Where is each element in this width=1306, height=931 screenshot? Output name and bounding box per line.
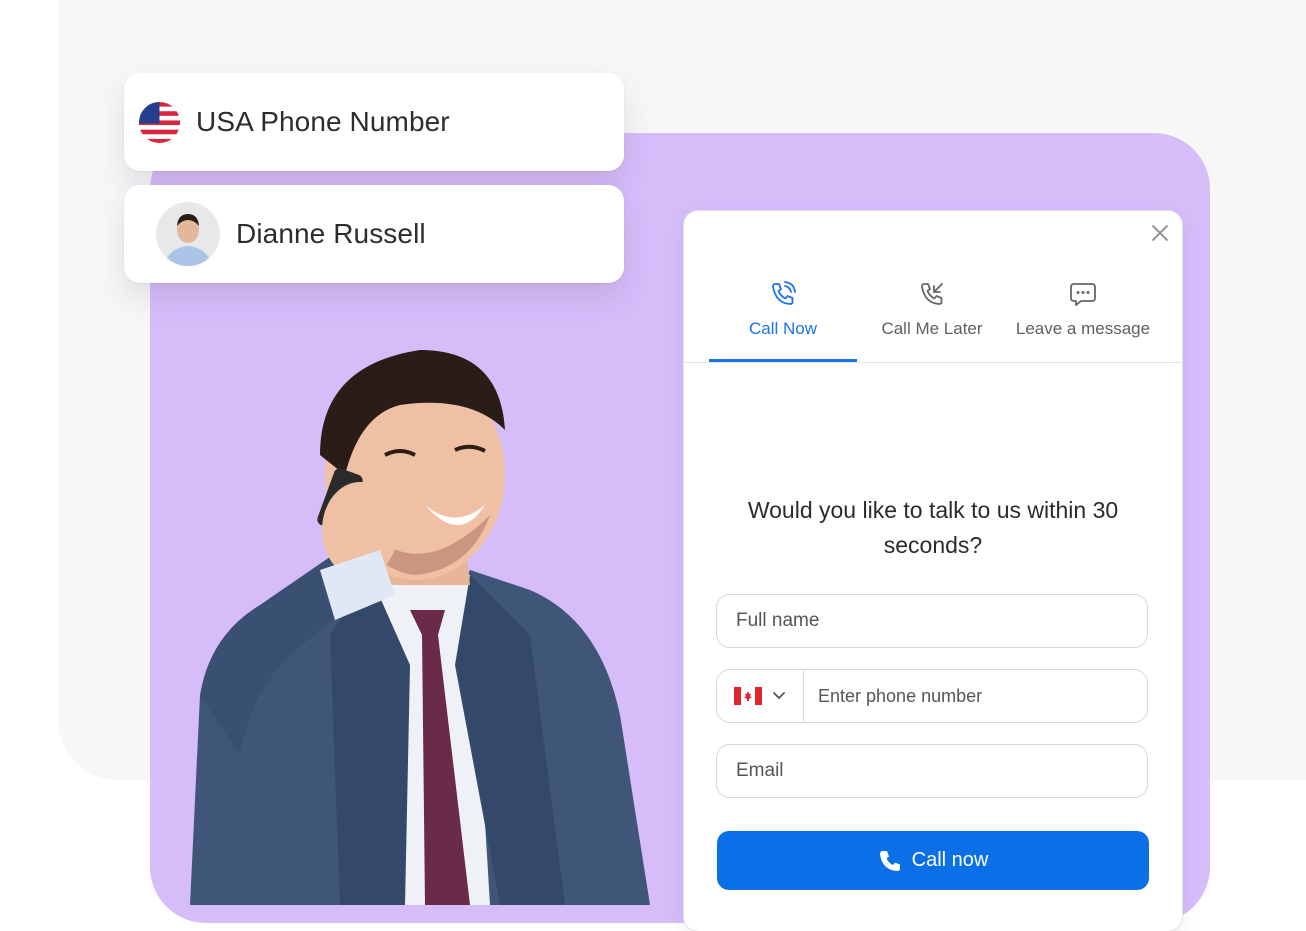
- phone-incoming-icon: [921, 283, 943, 305]
- usa-phone-number-card: USA Phone Number: [124, 73, 624, 171]
- chevron-down-icon: [773, 692, 785, 700]
- call-now-label: Call now: [911, 849, 989, 871]
- phone-ringing-icon: [772, 281, 796, 305]
- usa-flag-icon: [139, 101, 180, 143]
- tab-call-now[interactable]: Call Now: [709, 271, 857, 362]
- widget-tabs: Call Now Call Me Later Leave a message: [684, 271, 1182, 363]
- call-now-button[interactable]: Call now: [717, 831, 1149, 890]
- chat-bubble-icon: [1070, 283, 1096, 306]
- country-selector[interactable]: [717, 670, 804, 722]
- tab-leave-message[interactable]: Leave a message: [1007, 271, 1159, 362]
- tab-call-now-label: Call Now: [748, 319, 818, 338]
- phone-field[interactable]: [716, 669, 1148, 723]
- canada-flag-icon: [734, 687, 762, 705]
- email-field[interactable]: [716, 744, 1148, 798]
- tab-call-me-later[interactable]: Call Me Later: [857, 271, 1007, 362]
- tab-call-me-later-label: Call Me Later: [881, 319, 983, 338]
- full-name-input[interactable]: [717, 595, 1147, 647]
- man-on-phone-illustration: [190, 350, 650, 905]
- close-icon[interactable]: [1150, 223, 1170, 243]
- phone-icon: [879, 850, 900, 871]
- usa-phone-number-label: USA Phone Number: [196, 106, 450, 137]
- email-input[interactable]: [717, 745, 1147, 797]
- tab-leave-message-label: Leave a message: [1015, 319, 1151, 338]
- phone-input[interactable]: [804, 670, 1147, 722]
- contact-name: Dianne Russell: [236, 218, 426, 249]
- callback-widget: Call Now Call Me Later Leave a message W…: [684, 211, 1182, 931]
- contact-card: Dianne Russell: [124, 185, 624, 283]
- avatar: [156, 202, 220, 266]
- callback-question: Would you like to talk to us within 30 s…: [747, 497, 1119, 558]
- full-name-field[interactable]: [716, 594, 1148, 648]
